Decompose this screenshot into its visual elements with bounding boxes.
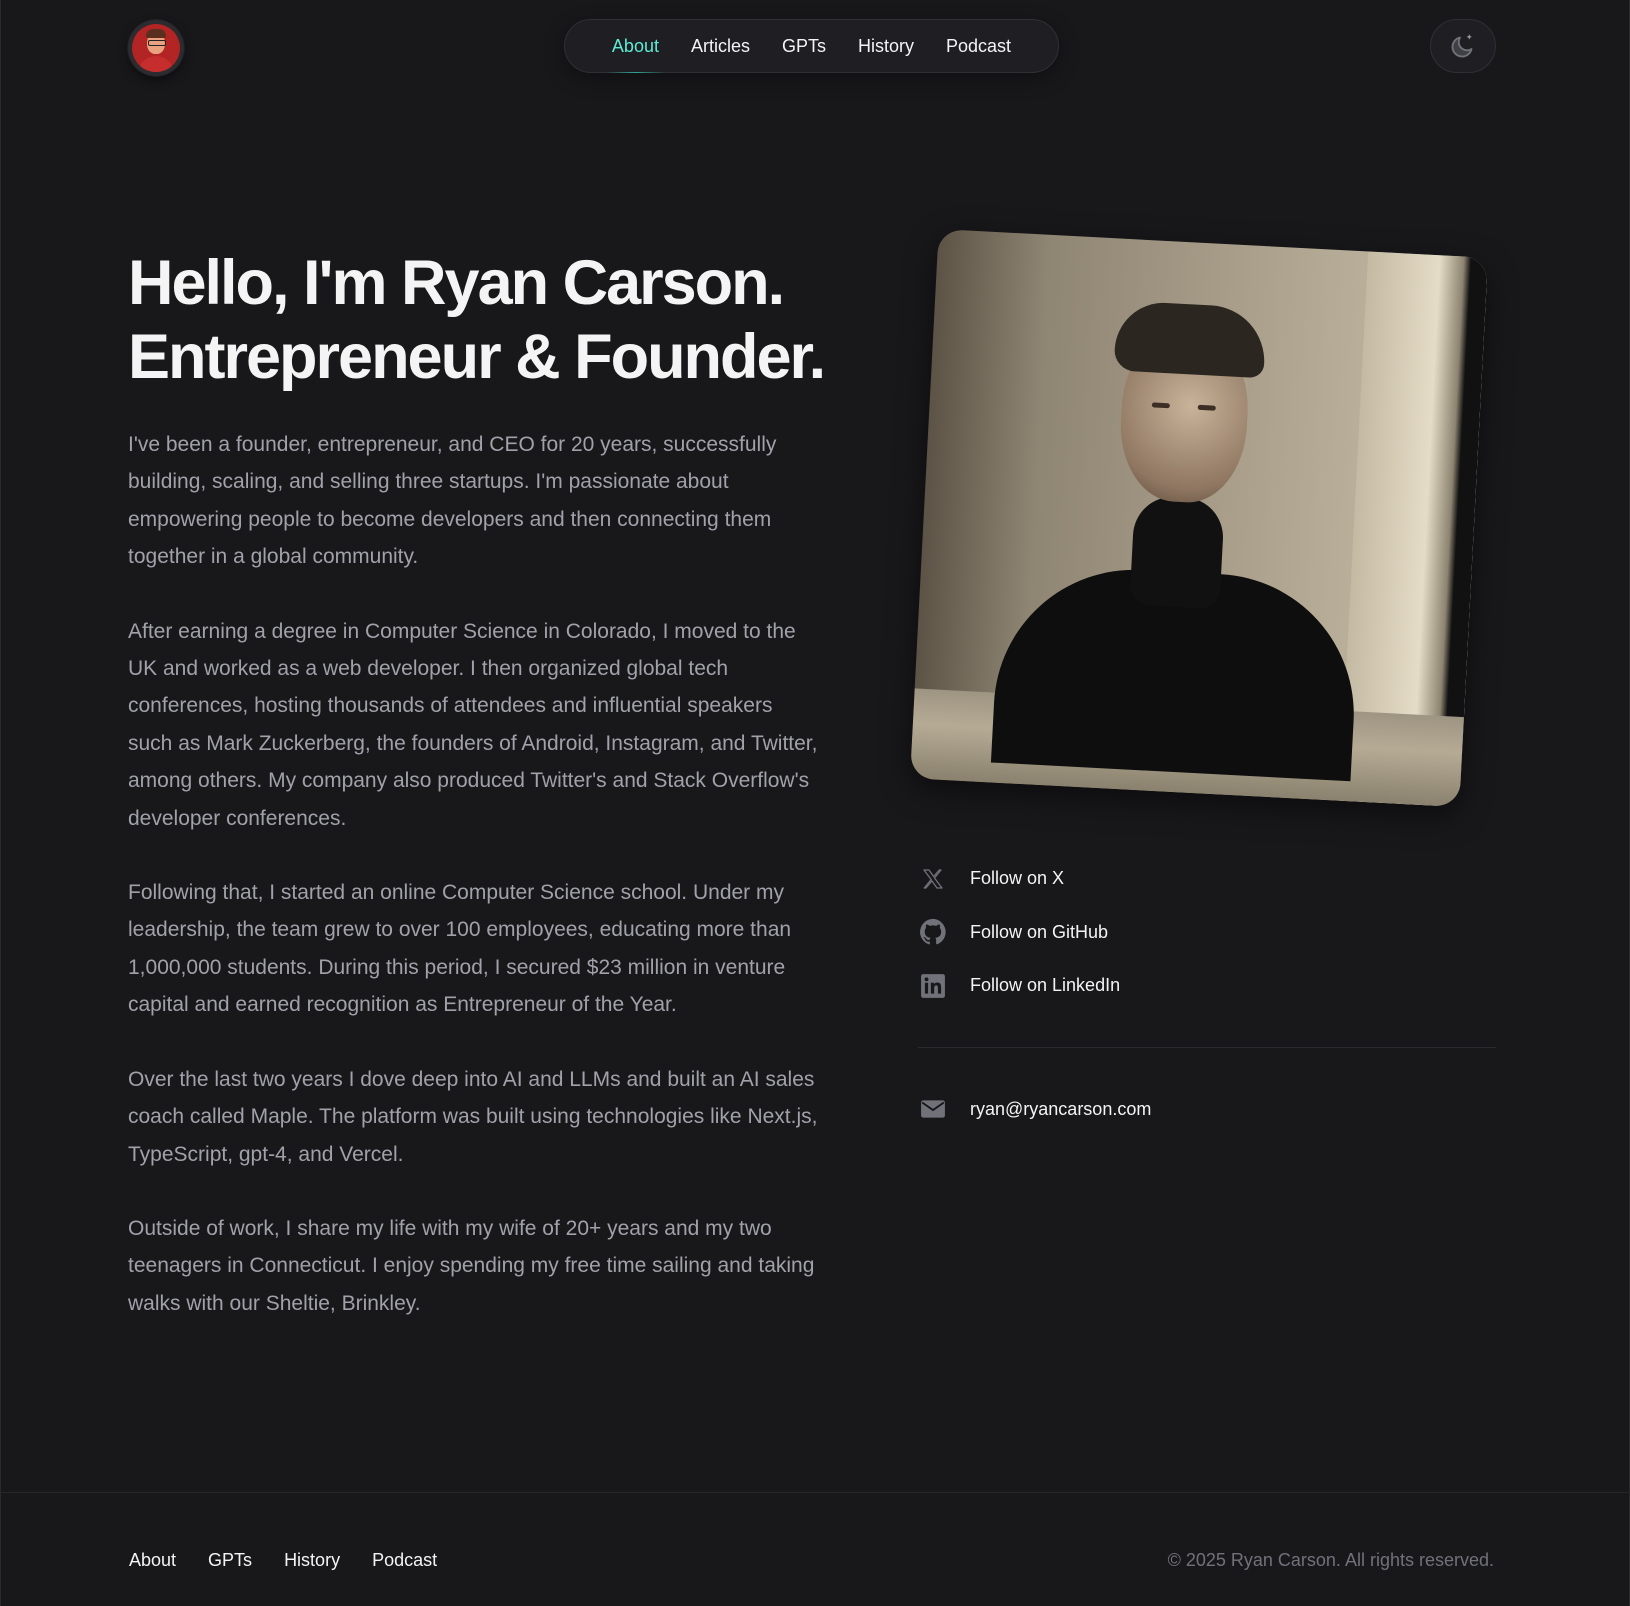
bio-paragraph: Following that, I started an online Comp… [128, 881, 792, 1017]
follow-linkedin-label: Follow on LinkedIn [970, 975, 1121, 996]
footer-link-gpts[interactable]: GPTs [208, 1550, 252, 1571]
title-line-2: Entrepreneur & Founder. [128, 322, 826, 392]
footer-link-history[interactable]: History [284, 1550, 340, 1571]
mail-icon [918, 1094, 948, 1124]
moon-sparkle-icon [1451, 34, 1473, 58]
follow-x-label: Follow on X [970, 868, 1065, 889]
nav-gpts[interactable]: GPTs [766, 20, 842, 72]
portrait-photo [909, 228, 1489, 808]
linkedin-icon [918, 971, 948, 1001]
follow-x-link[interactable]: Follow on X [918, 852, 1496, 906]
bio: I've been a founder, entrepreneur, and C… [128, 426, 818, 1359]
follow-github-label: Follow on GitHub [970, 921, 1109, 942]
x-icon [918, 864, 948, 894]
bio-paragraph: Over the last two years I dove deep into… [128, 1067, 818, 1166]
footer-divider [0, 1492, 1630, 1493]
email-address: ryan@ryancarson.com [970, 1098, 1152, 1119]
bio-paragraph: Outside of work, I share my life with my… [128, 1216, 815, 1315]
theme-toggle-button[interactable] [1430, 19, 1496, 73]
page-frame-left [0, 0, 1, 1606]
footer-nav: About GPTs History Podcast [129, 1550, 437, 1571]
footer-link-about[interactable]: About [129, 1550, 176, 1571]
nav-podcast[interactable]: Podcast [930, 20, 1027, 72]
social-divider [918, 1046, 1496, 1048]
social-links: Follow on X Follow on GitHub Follow on L… [918, 852, 1496, 1136]
page-title: Hello, I'm Ryan Carson. Entrepreneur & F… [128, 246, 848, 394]
copyright-text: © 2025 Ryan Carson. All rights reserved. [1167, 1550, 1494, 1570]
follow-linkedin-link[interactable]: Follow on LinkedIn [918, 959, 1496, 1013]
bio-paragraph: I've been a founder, entrepreneur, and C… [128, 433, 777, 569]
avatar-home-link[interactable] [128, 20, 184, 76]
footer-link-podcast[interactable]: Podcast [372, 1550, 437, 1571]
follow-github-link[interactable]: Follow on GitHub [918, 906, 1496, 960]
nav-articles[interactable]: Articles [675, 20, 766, 72]
nav-history[interactable]: History [842, 20, 930, 72]
bio-paragraph: After earning a degree in Computer Scien… [128, 619, 818, 830]
main-nav: About Articles GPTs History Podcast [564, 19, 1059, 73]
title-line-1: Hello, I'm Ryan Carson. [128, 248, 785, 318]
email-link[interactable]: ryan@ryancarson.com [918, 1083, 1496, 1137]
github-icon [918, 917, 948, 947]
nav-about[interactable]: About [596, 20, 675, 73]
avatar-image [132, 24, 180, 72]
